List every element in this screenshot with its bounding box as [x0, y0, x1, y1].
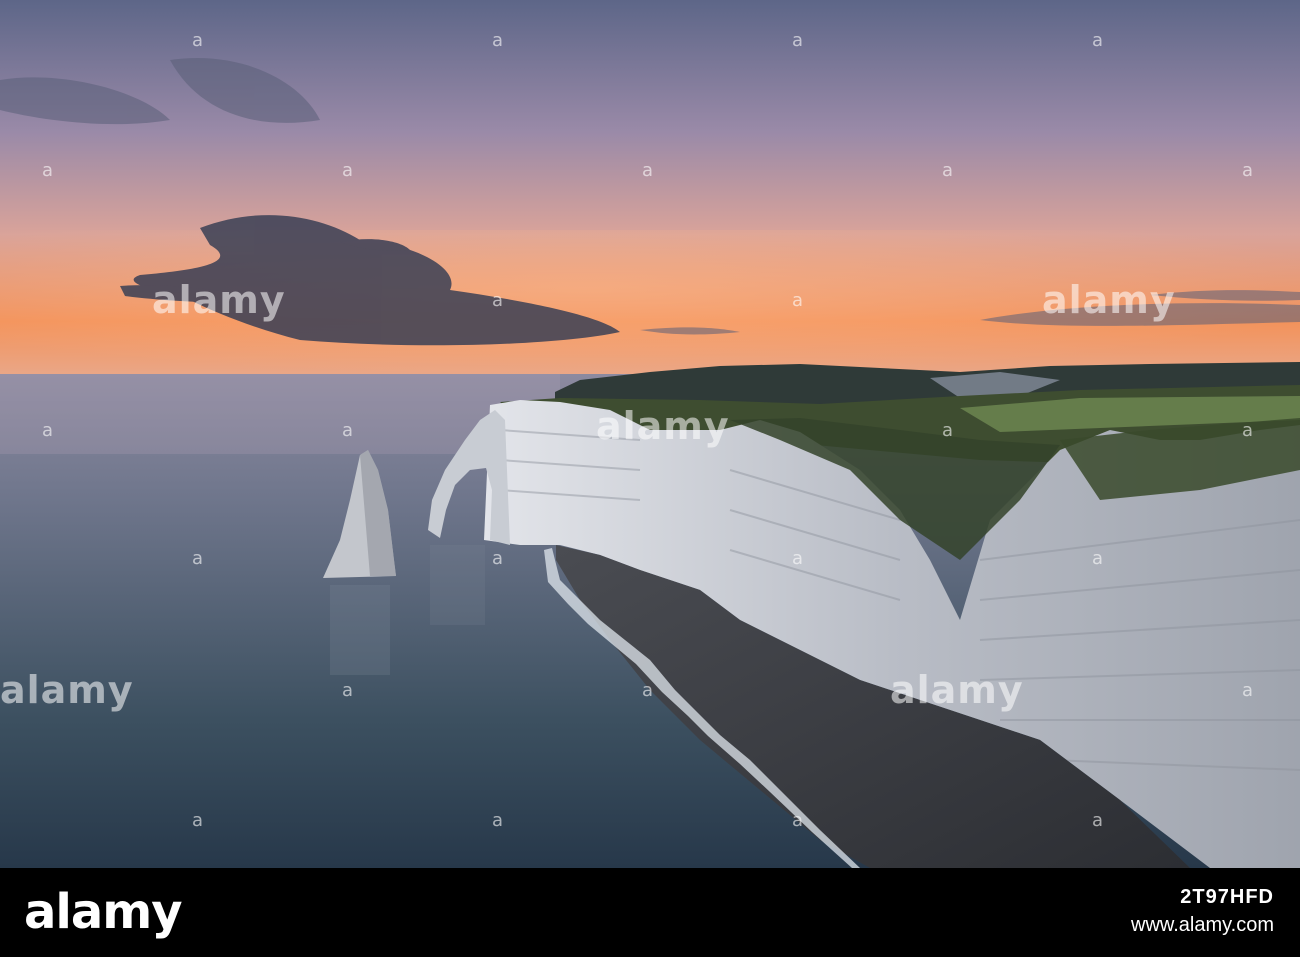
- stock-photo: alamy alamy alamy alamy alamy a a a a a …: [0, 0, 1300, 868]
- image-id: 2T97HFD: [1180, 886, 1274, 908]
- site-url: www.alamy.com: [1131, 914, 1274, 936]
- footer-info: 2T97HFD www.alamy.com: [1131, 884, 1274, 940]
- footer-logo: alamy: [24, 884, 183, 940]
- footer-bar: alamy 2T97HFD www.alamy.com: [0, 868, 1300, 957]
